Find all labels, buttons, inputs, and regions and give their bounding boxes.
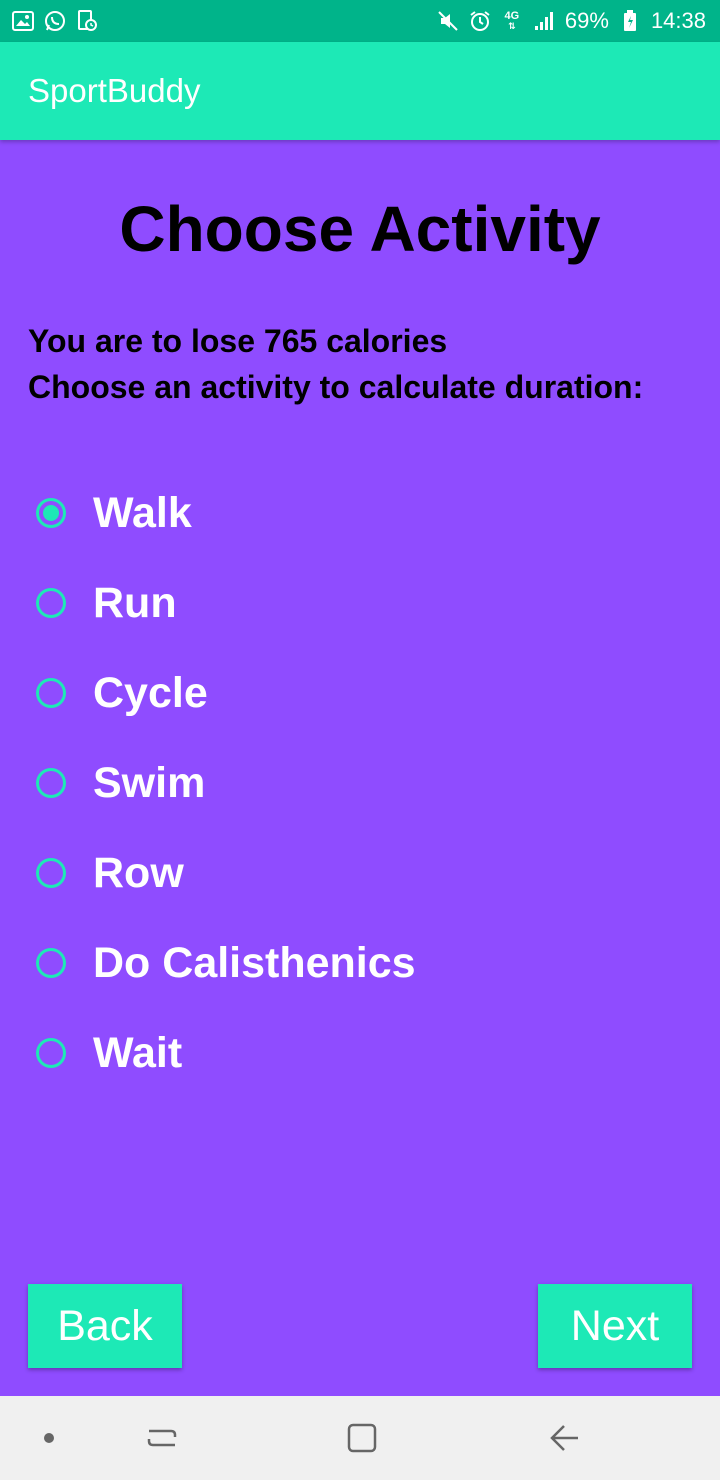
alarm-icon <box>469 10 491 32</box>
gallery-icon <box>12 10 34 32</box>
home-icon[interactable] <box>342 1396 382 1480</box>
status-left <box>12 10 98 32</box>
radio-label: Swim <box>93 758 206 807</box>
radio-label: Walk <box>93 488 192 537</box>
radio-option-calisthenics[interactable]: Do Calisthenics <box>36 918 696 1008</box>
clock: 14:38 <box>650 8 706 33</box>
radio-selected-dot <box>43 505 59 521</box>
status-bar: 4G ⇅ 69% 14:38 <box>0 0 720 42</box>
status-right: 4G ⇅ 69% 14:38 <box>437 10 706 32</box>
radio-option-walk[interactable]: Walk <box>36 468 696 558</box>
radio-option-run[interactable]: Run <box>36 558 696 648</box>
dot-icon[interactable] <box>34 1396 64 1480</box>
radio-button-run[interactable] <box>36 588 66 618</box>
navigation-bar <box>0 1396 720 1480</box>
radio-label: Cycle <box>93 668 208 717</box>
calories-text: You are to lose 765 calories <box>28 323 448 359</box>
radio-button-wait[interactable] <box>36 1038 66 1068</box>
radio-label: Do Calisthenics <box>93 938 416 987</box>
battery-percent: 69% <box>564 8 609 33</box>
radio-label: Wait <box>93 1028 183 1077</box>
main-content: Choose Activity You are to lose 765 calo… <box>0 140 720 1396</box>
battery-icon <box>619 10 641 32</box>
network-4g-icon: 4G ⇅ <box>504 10 520 32</box>
recents-icon[interactable] <box>140 1396 184 1480</box>
radio-option-cycle[interactable]: Cycle <box>36 648 696 738</box>
mute-icon <box>437 10 459 32</box>
activity-radio-group: Walk Run Cycle Swim Row Do Calisthenics … <box>36 468 696 1098</box>
radio-label: Row <box>93 848 184 897</box>
next-button[interactable]: Next <box>538 1284 692 1368</box>
radio-button-cycle[interactable] <box>36 678 66 708</box>
back-icon[interactable] <box>544 1396 584 1480</box>
signal-icon <box>533 10 555 32</box>
screenshot-icon <box>76 10 98 32</box>
radio-button-calisthenics[interactable] <box>36 948 66 978</box>
radio-option-row[interactable]: Row <box>36 828 696 918</box>
radio-button-row[interactable] <box>36 858 66 888</box>
page-title: Choose Activity <box>119 193 601 265</box>
radio-label: Run <box>93 578 177 627</box>
radio-option-swim[interactable]: Swim <box>36 738 696 828</box>
app-title: SportBuddy <box>28 72 201 109</box>
radio-option-wait[interactable]: Wait <box>36 1008 696 1098</box>
app-bar: SportBuddy <box>0 42 720 140</box>
back-button[interactable]: Back <box>28 1284 182 1368</box>
radio-button-swim[interactable] <box>36 768 66 798</box>
subtitle: You are to lose 765 calories Choose an a… <box>28 318 698 410</box>
radio-button-walk[interactable] <box>36 498 66 528</box>
whatsapp-icon <box>44 10 66 32</box>
network-label: 4G <box>504 10 520 22</box>
instruction-text: Choose an activity to calculate duration… <box>28 369 644 405</box>
